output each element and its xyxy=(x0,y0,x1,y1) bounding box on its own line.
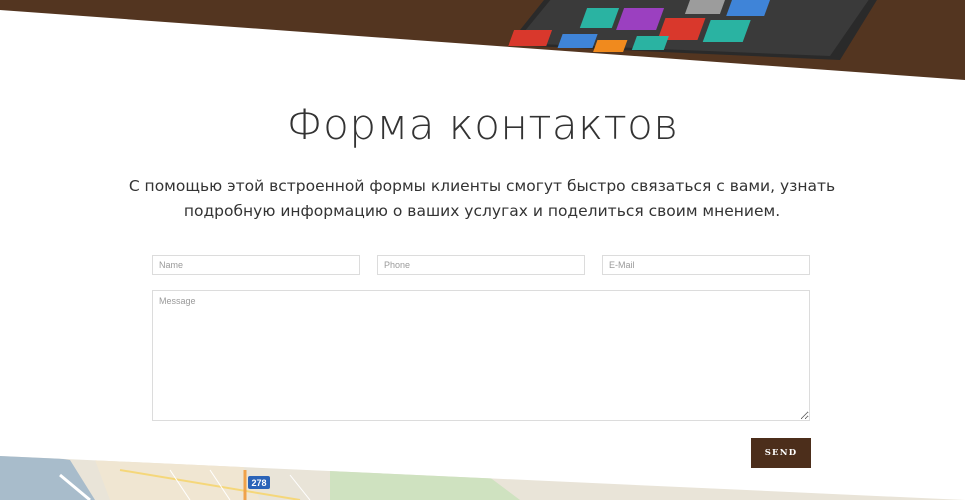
name-field[interactable] xyxy=(152,255,360,275)
route-badge-icon: 278 xyxy=(248,476,270,489)
page-description: С помощью этой встроенной формы клиенты … xyxy=(128,177,836,220)
phone-field[interactable] xyxy=(377,255,585,275)
header-banner xyxy=(0,0,965,80)
phone-mockup-image xyxy=(508,0,877,60)
route-badge-label: 278 xyxy=(251,478,266,488)
page-title: Форма контактов xyxy=(286,100,679,149)
message-field[interactable] xyxy=(152,290,810,421)
map-preview: 278 xyxy=(0,456,965,500)
email-field[interactable] xyxy=(602,255,810,275)
